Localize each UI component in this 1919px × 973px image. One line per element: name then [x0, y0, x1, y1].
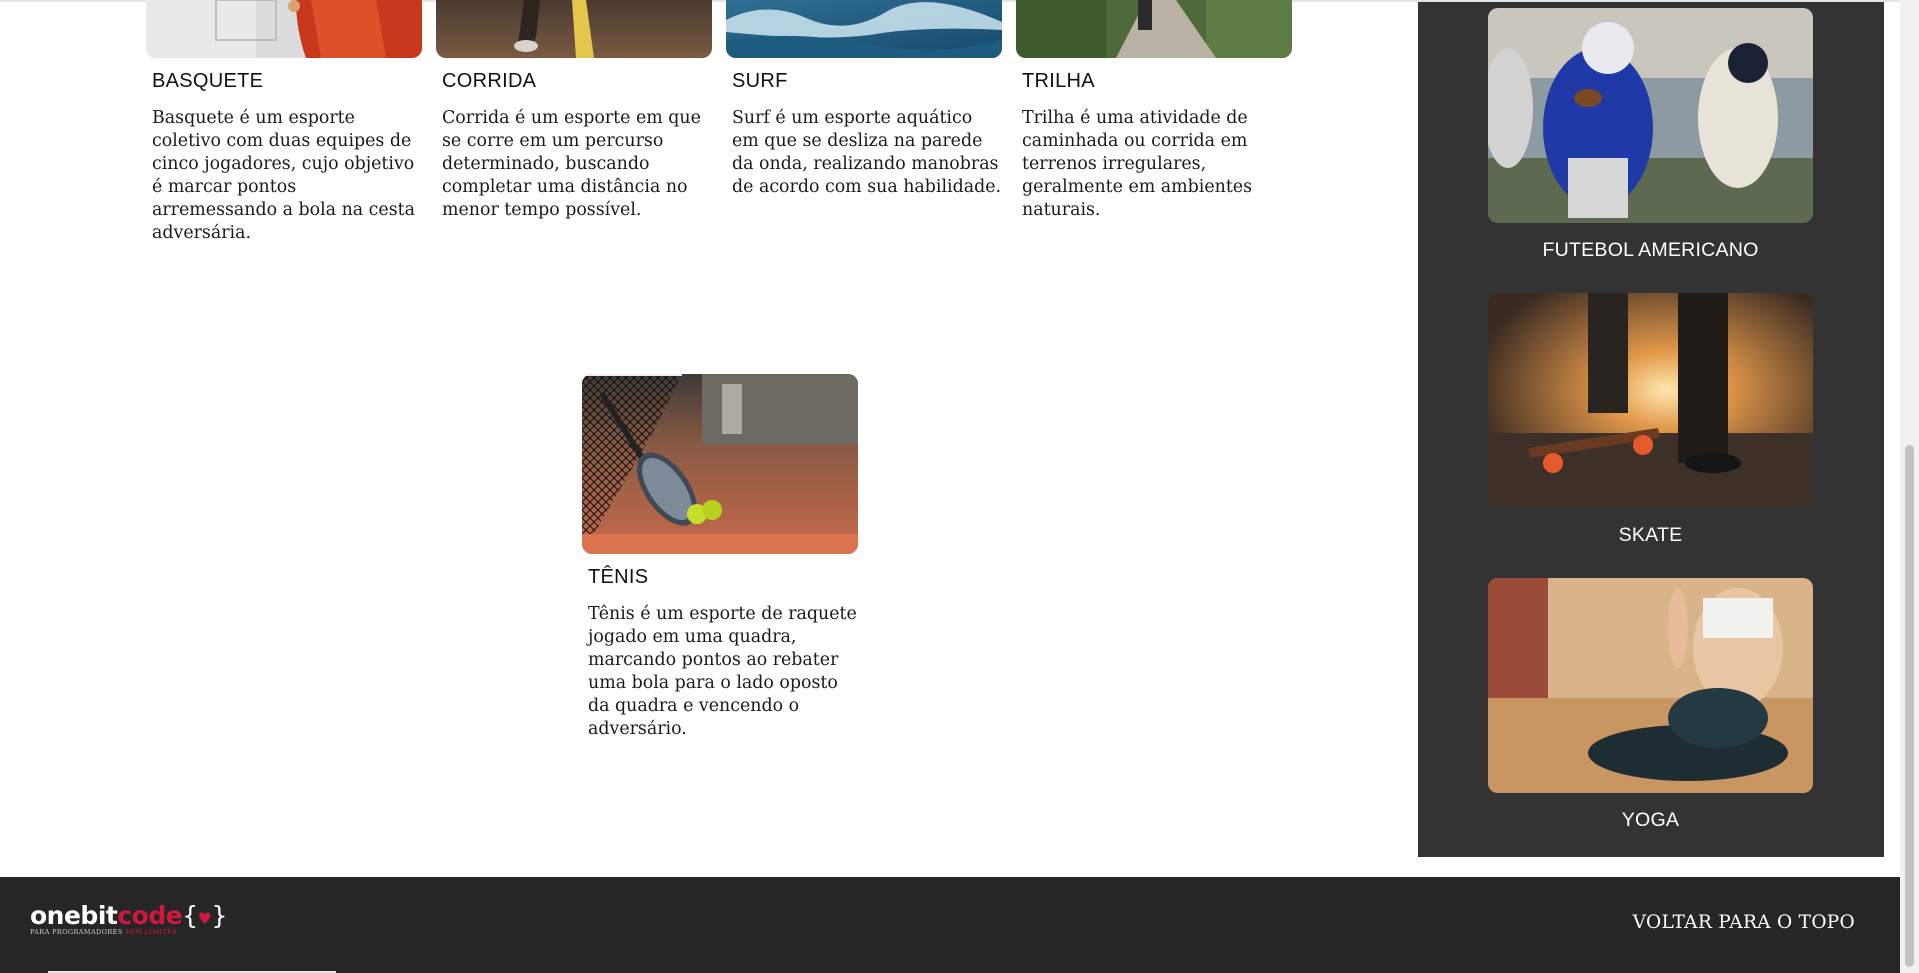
card-description: Corrida é um esporte em que se corre em …: [442, 108, 701, 220]
american-football-photo: [1488, 8, 1813, 223]
logo-text-part1: onebit: [30, 901, 118, 930]
sport-card-tenis[interactable]: TÊNIS Tênis é um esporte de raquete joga…: [582, 374, 858, 741]
footer: onebitcode{♥} PARA PROGRAMADORES SEM LIM…: [0, 877, 1900, 973]
yoga-photo: [1488, 578, 1813, 793]
sidebar-item-label: YOGA: [1621, 809, 1680, 831]
sidebar-item-label: FUTEBOL AMERICANO: [1542, 239, 1759, 261]
sidebar: FUTEBOL AMERICANO SKATE YOGA: [1418, 2, 1884, 857]
sport-card-trilha[interactable]: TRILHA Trilha é uma atividade de caminha…: [1016, 0, 1292, 222]
page-scrollbar[interactable]: [1900, 0, 1919, 973]
sport-card-corrida[interactable]: CORRIDA Corrida é um esporte em que se c…: [436, 0, 712, 222]
heart-icon: ♥: [197, 909, 212, 928]
card-title: SURF: [732, 70, 788, 92]
sidebar-item-yoga[interactable]: YOGA: [1488, 578, 1813, 832]
card-description: Trilha é uma atividade de caminhada ou c…: [1022, 108, 1253, 220]
skate-photo: [1488, 293, 1813, 508]
card-title: BASQUETE: [152, 70, 264, 92]
brace-icon: }: [211, 901, 227, 930]
sport-card-surf[interactable]: SURF Surf é um esporte aquático em que s…: [726, 0, 1002, 199]
onebitcode-logo[interactable]: onebitcode{♥} PARA PROGRAMADORES SEM LIM…: [30, 901, 227, 936]
basketball-photo: [146, 0, 422, 58]
scrollbar-thumb[interactable]: [1905, 445, 1914, 967]
card-description: Basquete é um esporte coletivo com duas …: [152, 108, 415, 243]
sport-card-basquete[interactable]: BASQUETE Basquete é um esporte coletivo …: [146, 0, 422, 245]
card-description: Tênis é um esporte de raquete jogado em …: [588, 604, 857, 739]
brace-icon: {: [182, 901, 198, 930]
logo-tagline: PARA PROGRAMADORES: [30, 928, 123, 936]
surf-photo: [726, 0, 1002, 58]
logo-text-part2: code: [117, 901, 183, 930]
back-to-top-link[interactable]: VOLTAR PARA O TOPO: [1633, 912, 1855, 933]
sidebar-item-skate[interactable]: SKATE: [1488, 293, 1813, 547]
trail-photo: [1016, 0, 1292, 58]
sidebar-item-label: SKATE: [1618, 524, 1683, 546]
running-photo: [436, 0, 712, 58]
card-description: Surf é um esporte aquático em que se des…: [732, 108, 1002, 197]
main-content: BASQUETE Basquete é um esporte coletivo …: [0, 0, 1400, 877]
logo-tagline-accent: SEM LIMITES: [125, 928, 178, 936]
card-title: TÊNIS: [588, 566, 649, 588]
sidebar-item-futebol-americano[interactable]: FUTEBOL AMERICANO: [1488, 8, 1813, 262]
card-title: TRILHA: [1022, 70, 1095, 92]
tennis-photo: [582, 374, 858, 554]
card-title: CORRIDA: [442, 70, 537, 92]
